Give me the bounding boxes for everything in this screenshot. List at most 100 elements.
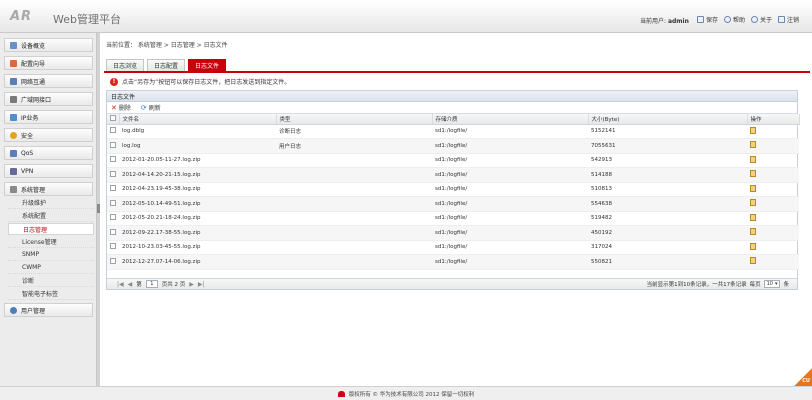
sidebar-item-label: QoS	[21, 149, 34, 157]
cell-filename: 2012-01-20.05-11-27.log.zip	[119, 153, 276, 168]
sidebar-item-label: 广域网接口	[21, 96, 52, 104]
tab-log-file[interactable]: 日志文件	[188, 59, 227, 71]
sidebar-item-system[interactable]: 系统管理	[4, 182, 93, 196]
info-icon	[751, 16, 758, 23]
save-as-icon[interactable]	[750, 155, 756, 163]
table-row[interactable]: 2012-05-20.21-18-24.log.zip sd1:/logfile/…	[107, 211, 799, 226]
prev-page-icon[interactable]: ◀	[128, 281, 133, 288]
table-row[interactable]: 2012-10-23.03-45-55.log.zip sd1:/logfile/…	[107, 240, 799, 255]
table-row[interactable]: 2012-12-27.07-14-06.log.zip sd1:/logfile/…	[107, 254, 799, 270]
cell-size: 519482	[588, 211, 747, 226]
row-checkbox[interactable]	[110, 141, 116, 148]
sidebar-sub-diagnose[interactable]: 诊断	[8, 275, 94, 287]
last-page-icon[interactable]: ▶|	[198, 281, 205, 288]
next-page-icon[interactable]: ▶	[189, 281, 194, 288]
wan-icon	[10, 95, 17, 103]
save-as-icon[interactable]	[750, 126, 756, 134]
row-checkbox[interactable]	[110, 170, 116, 177]
save-as-icon[interactable]	[750, 170, 756, 178]
help-label: 帮助	[733, 17, 746, 24]
cell-size: 450192	[588, 225, 747, 241]
column-header-media[interactable]: 存储介质	[432, 114, 589, 125]
row-checkbox[interactable]	[110, 228, 116, 235]
sidebar-sub-cwmp[interactable]: CWMP	[8, 262, 94, 274]
toolbar: ✕ 删除 ⟳ 刷新	[107, 102, 797, 114]
sidebar-item-wan[interactable]: 广域网接口	[4, 92, 93, 106]
app-title: Web管理平台	[53, 13, 121, 26]
save-as-icon[interactable]	[750, 228, 756, 236]
column-header-type[interactable]: 类型	[276, 114, 433, 125]
vpn-icon	[10, 167, 17, 175]
cell-filename: 2012-09-22.17-38-55.log.zip	[119, 225, 276, 241]
cell-type	[276, 225, 432, 241]
cell-media: sd1:/logfile/	[432, 167, 588, 183]
column-header-filename[interactable]: 文件名	[119, 114, 277, 125]
sidebar-item-wizard[interactable]: 配置向导	[4, 56, 93, 70]
about-label: 关于	[760, 17, 773, 24]
row-checkbox[interactable]	[110, 185, 116, 192]
column-header-size[interactable]: 大小(Byte)	[588, 114, 748, 125]
panel-title: 日志文件	[107, 91, 797, 102]
save-as-icon[interactable]	[750, 141, 756, 149]
tab-log-browse[interactable]: 日志浏览	[106, 59, 145, 71]
row-select-cell	[107, 167, 119, 183]
row-checkbox[interactable]	[110, 214, 116, 221]
save-as-icon[interactable]	[750, 242, 756, 250]
help-button[interactable]: 帮助	[724, 15, 745, 24]
table-row[interactable]: 2012-04-23.19-45-38.log.zip sd1:/logfile/…	[107, 182, 799, 197]
page-prefix: 第	[136, 282, 142, 288]
save-as-icon[interactable]	[750, 213, 756, 221]
table-row[interactable]: 2012-04-14.20-21-15.log.zip sd1:/logfile/…	[107, 167, 799, 183]
sidebar-sub-upgrade[interactable]: 升级维护	[8, 197, 94, 209]
row-checkbox[interactable]	[110, 156, 116, 163]
sidebar-sub-license[interactable]: License管理	[8, 236, 94, 248]
save-as-icon[interactable]	[750, 199, 756, 207]
cell-size: 514188	[588, 167, 747, 183]
cell-type	[276, 167, 432, 183]
sidebar-item-label: 设备概览	[21, 42, 46, 50]
footer: 版权所有 © 华为技术有限公司 2012 保留一切权利	[0, 386, 812, 400]
cell-actions	[747, 138, 799, 154]
page-input[interactable]: 1	[145, 280, 158, 288]
row-checkbox[interactable]	[110, 243, 116, 250]
table-row[interactable]: 2012-05-10.14-49-51.log.zip sd1:/logfile/…	[107, 196, 799, 212]
collapse-handle-icon[interactable]	[97, 204, 100, 213]
logout-button[interactable]: 注销	[778, 15, 799, 24]
row-checkbox[interactable]	[110, 199, 116, 206]
row-select-cell	[107, 211, 119, 226]
sidebar-sub-system-config[interactable]: 系统配置	[8, 210, 94, 222]
sidebar-sub-snmp[interactable]: SNMP	[8, 249, 94, 261]
cell-filename: log.dblg	[119, 124, 276, 139]
save-as-icon[interactable]	[750, 257, 756, 265]
delete-button[interactable]: ✕ 删除	[111, 103, 131, 113]
cell-type	[276, 254, 432, 270]
save-as-icon[interactable]	[750, 184, 756, 192]
table-row[interactable]: log.dblg 诊断日志 sd1:/logfile/5152141	[107, 124, 799, 139]
sidebar-item-security[interactable]: 安全	[4, 128, 93, 142]
sidebar-item-network[interactable]: 网络互通	[4, 74, 93, 88]
notice-text: 点击“另存为”按钮可以保存日志文件，把日志发送到指定文件。	[122, 79, 291, 86]
sidebar-sub-e-label[interactable]: 智能电子标签	[8, 288, 94, 300]
cell-size: 5152141	[588, 124, 747, 139]
row-checkbox[interactable]	[110, 127, 116, 134]
about-button[interactable]: 关于	[751, 15, 772, 24]
sidebar-item-overview[interactable]: 设备概览	[4, 38, 93, 52]
per-page-select[interactable]: 10 ▾	[763, 280, 781, 288]
sidebar-sub-log-management[interactable]: 日志管理	[8, 223, 94, 235]
row-checkbox[interactable]	[110, 257, 116, 264]
sidebar-item-ip-service[interactable]: IP业务	[4, 110, 93, 124]
chevron-down-icon: ▾	[774, 281, 778, 287]
table-row[interactable]: 2012-01-20.05-11-27.log.zip sd1:/logfile/…	[107, 153, 799, 168]
sidebar-item-users[interactable]: 用户管理	[4, 303, 93, 317]
sidebar-item-qos[interactable]: QoS	[4, 146, 93, 160]
tab-log-config[interactable]: 日志配置	[147, 59, 186, 71]
current-user-name: admin	[667, 18, 689, 25]
sidebar-item-vpn[interactable]: VPN	[4, 164, 93, 178]
table-row[interactable]: 2012-09-22.17-38-55.log.zip sd1:/logfile/…	[107, 225, 799, 241]
first-page-icon[interactable]: |◀	[117, 281, 124, 288]
save-button[interactable]: 保存	[697, 15, 718, 24]
select-all-checkbox[interactable]	[110, 114, 116, 121]
refresh-button[interactable]: ⟳ 刷新	[141, 103, 161, 113]
sidebar-item-label: 配置向导	[21, 60, 46, 68]
table-row[interactable]: log.log 用户日志 sd1:/logfile/7055631	[107, 138, 799, 154]
